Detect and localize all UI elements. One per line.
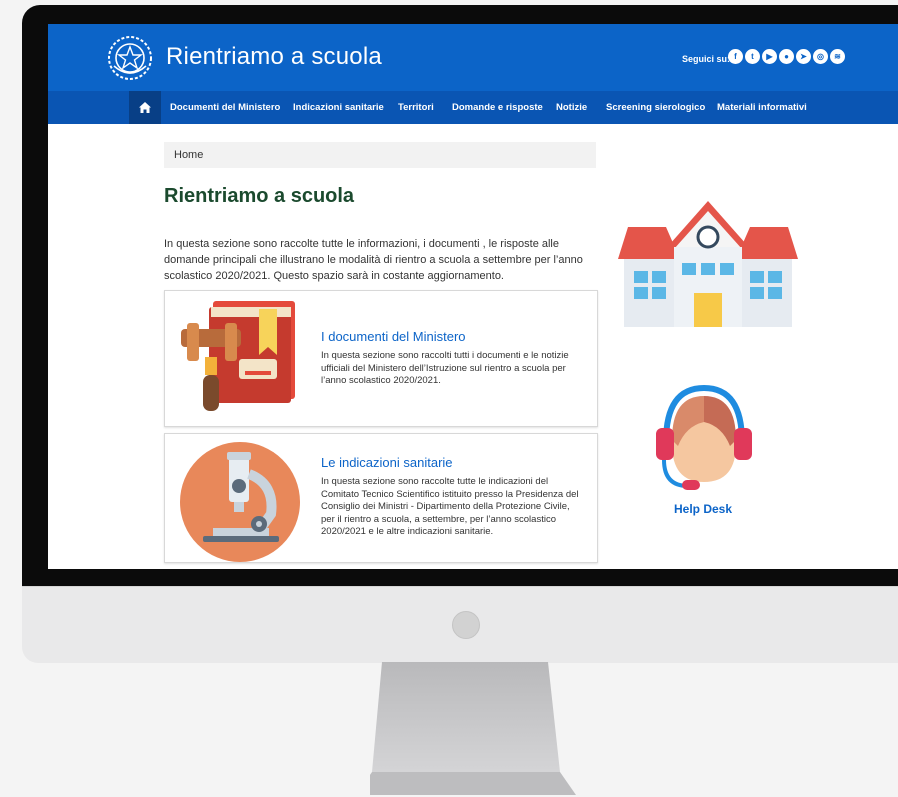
instagram-icon[interactable]: ◎ — [813, 49, 828, 64]
card-documenti-ministero[interactable]: I documenti del Ministero In questa sezi… — [164, 290, 598, 427]
social-links: f t ▶ ● ➤ ◎ ≋ — [728, 49, 845, 64]
home-button[interactable] — [129, 91, 161, 124]
card-title[interactable]: Le indicazioni sanitarie — [321, 455, 453, 470]
facebook-icon[interactable]: f — [728, 49, 743, 64]
nav-territori[interactable]: Territori — [398, 102, 434, 113]
nav-domande-risposte[interactable]: Domande e risposte — [452, 102, 543, 113]
republic-emblem-icon[interactable] — [106, 34, 154, 82]
twitter-icon[interactable]: t — [745, 49, 760, 64]
social-label: Seguici su: — [682, 54, 731, 64]
help-desk-label[interactable]: Help Desk — [674, 502, 732, 516]
page-intro: In questa sezione sono raccolte tutte le… — [164, 238, 583, 282]
law-book-gavel-icon — [181, 301, 295, 411]
site-title[interactable]: Rientriamo a scuola — [166, 43, 382, 71]
telegram-icon[interactable]: ➤ — [796, 49, 811, 64]
help-desk-operator-icon[interactable] — [652, 382, 756, 498]
breadcrumb-home[interactable]: Home — [174, 149, 203, 161]
school-building-icon[interactable] — [618, 201, 798, 331]
home-icon — [139, 102, 151, 113]
power-button — [452, 611, 480, 639]
card-text: In questa sezione sono raccolti tutti i … — [321, 350, 569, 386]
nav-materiali-informativi[interactable]: Materiali informativi — [717, 102, 807, 113]
flickr-icon[interactable]: ● — [779, 49, 794, 64]
breadcrumb: Home — [164, 142, 596, 168]
nav-documenti-ministero[interactable]: Documenti del Ministero — [170, 102, 280, 113]
microscope-icon — [180, 442, 300, 562]
spotify-icon[interactable]: ≋ — [830, 49, 845, 64]
nav-indicazioni-sanitarie[interactable]: Indicazioni sanitarie — [293, 102, 384, 113]
main-nav: Documenti del Ministero Indicazioni sani… — [48, 91, 898, 124]
card-text: In questa sezione sono raccolte tutte le… — [321, 476, 579, 537]
site-header: Rientriamo a scuola Seguici su: f t ▶ ● … — [48, 24, 898, 91]
youtube-icon[interactable]: ▶ — [762, 49, 777, 64]
card-title[interactable]: I documenti del Ministero — [321, 329, 466, 344]
page-title: Rientriamo a scuola — [164, 185, 355, 207]
card-indicazioni-sanitarie[interactable]: Le indicazioni sanitarie In questa sezio… — [164, 433, 598, 563]
nav-screening-sierologico[interactable]: Screening sierologico — [606, 102, 705, 113]
nav-notizie[interactable]: Notizie — [556, 102, 587, 113]
browser-screen: Rientriamo a scuola Seguici su: f t ▶ ● … — [48, 24, 898, 569]
